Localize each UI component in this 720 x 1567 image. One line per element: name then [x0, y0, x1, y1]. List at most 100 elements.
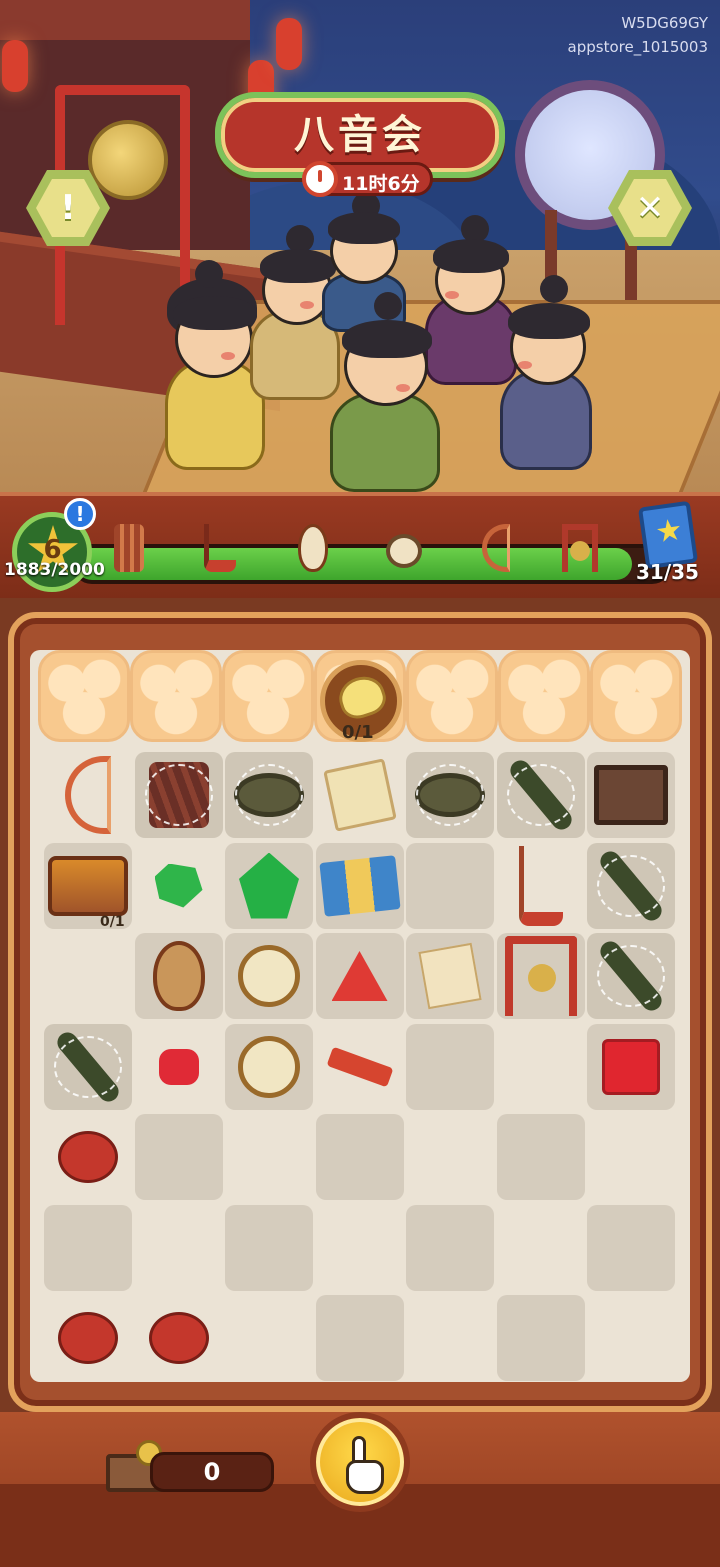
storage-count: 0	[203, 1458, 221, 1486]
board-cell[interactable]	[225, 1204, 313, 1291]
musician	[330, 292, 450, 492]
board-cell[interactable]	[315, 1114, 404, 1200]
pipa-icon	[290, 520, 336, 576]
tap-button[interactable]	[310, 1412, 410, 1512]
board-cell[interactable]	[316, 1024, 404, 1110]
board-cell[interactable]	[315, 842, 404, 929]
close-icon: ✕	[618, 179, 682, 237]
round-fan-icon	[238, 945, 300, 1007]
board-cell[interactable]	[44, 1023, 132, 1110]
cloud-tile	[222, 650, 314, 742]
pipa-icon	[152, 941, 205, 1011]
board-cell[interactable]	[44, 752, 132, 838]
board-cell[interactable]	[315, 1295, 404, 1381]
board-cell[interactable]	[496, 1295, 585, 1381]
gong-icon	[556, 520, 602, 576]
jewelbox-count: 0/1	[100, 914, 125, 930]
board-cell[interactable]	[406, 1204, 494, 1291]
exclamation-icon: !	[36, 179, 100, 237]
musician	[500, 275, 600, 470]
red-gem-square-icon	[602, 1038, 660, 1095]
board-cell[interactable]	[135, 1024, 223, 1110]
scroll-icon	[322, 758, 397, 832]
board-cell[interactable]	[44, 1204, 132, 1291]
plank-icon	[326, 1046, 393, 1087]
board-cell[interactable]	[496, 752, 585, 838]
board-cell[interactable]	[134, 752, 223, 838]
cobweb-icon	[506, 764, 575, 826]
event-timer: 11时6分	[302, 161, 433, 197]
cloud-tile	[590, 650, 682, 742]
board-cell[interactable]	[406, 752, 494, 838]
board-cell[interactable]	[406, 842, 494, 929]
xp-text: 1883/2000	[4, 560, 105, 580]
board-cell[interactable]	[44, 1114, 132, 1200]
board-cell[interactable]	[587, 933, 675, 1019]
drum-icon	[380, 520, 426, 576]
board-cell[interactable]	[316, 752, 404, 838]
board-cell[interactable]	[497, 843, 585, 929]
harp-icon	[472, 520, 518, 576]
target-count: 0/1	[342, 722, 374, 743]
cloud-tile	[38, 650, 130, 742]
progress-fill	[76, 548, 633, 580]
cobweb-icon	[597, 945, 665, 1007]
green-gem-small-icon	[154, 863, 203, 908]
gong-icon	[504, 936, 577, 1016]
board-cell[interactable]	[587, 752, 675, 838]
cobweb-icon	[597, 854, 665, 917]
board-cell[interactable]	[406, 933, 494, 1019]
harp-icon	[65, 756, 111, 834]
cobweb-icon	[416, 764, 484, 826]
tap-hand-icon	[340, 1436, 384, 1494]
board-cell[interactable]	[315, 933, 404, 1019]
board-cell[interactable]	[225, 933, 313, 1019]
paper-icon	[418, 942, 482, 1010]
alert-badge[interactable]: !	[64, 498, 96, 530]
timer-text: 11时6分	[342, 173, 420, 195]
board-cell[interactable]	[496, 1114, 585, 1200]
watermark-store: appstore_1015003	[567, 38, 708, 56]
ocarina-icon	[148, 1312, 209, 1364]
board-cell[interactable]	[135, 1295, 223, 1381]
board-cell[interactable]	[44, 1295, 132, 1381]
event-scene: 八音会 11时6分 ! ✕ W5DG69GY appstore_1015003	[0, 0, 720, 492]
erhu-icon	[198, 520, 244, 576]
red-gem-small-icon	[158, 1048, 199, 1085]
cobweb-icon	[54, 1035, 122, 1098]
event-banner: 八音会 11时6分	[215, 92, 505, 200]
crate-icon	[594, 765, 668, 825]
board-cell[interactable]	[406, 1023, 494, 1110]
gong-icon	[88, 120, 168, 200]
erhu-icon	[518, 845, 563, 926]
board-cell[interactable]	[134, 933, 223, 1019]
green-gem-large-icon	[239, 852, 299, 919]
board-cell[interactable]	[225, 1023, 313, 1110]
board-cell[interactable]	[225, 842, 313, 929]
jewelbox-icon	[48, 855, 128, 916]
board-cell[interactable]	[134, 1114, 223, 1200]
ocarina-icon	[58, 1131, 118, 1183]
lantern-icon	[2, 40, 28, 92]
board-cell[interactable]	[587, 842, 675, 929]
round-fan-icon	[238, 1035, 300, 1098]
board-cell[interactable]	[496, 933, 585, 1019]
board-cell[interactable]	[587, 1204, 675, 1291]
clock-icon	[302, 161, 338, 197]
lantern-icon	[276, 18, 302, 70]
board-cell[interactable]	[225, 752, 313, 838]
board-cell[interactable]	[135, 843, 223, 929]
fan-icon	[333, 670, 391, 724]
watermark-id: W5DG69GY	[621, 14, 708, 32]
ocarina-icon	[58, 1312, 118, 1364]
cards-icon	[318, 854, 401, 917]
cloud-tile	[498, 650, 590, 742]
cobweb-icon	[235, 764, 303, 826]
cloud-tile	[130, 650, 222, 742]
red-gem-triangle-icon	[331, 951, 388, 1001]
board-cell[interactable]	[587, 1023, 675, 1110]
event-title: 八音会	[294, 112, 426, 158]
cloud-tile	[406, 650, 498, 742]
cobweb-icon	[144, 764, 213, 826]
sheng-icon	[106, 520, 152, 576]
